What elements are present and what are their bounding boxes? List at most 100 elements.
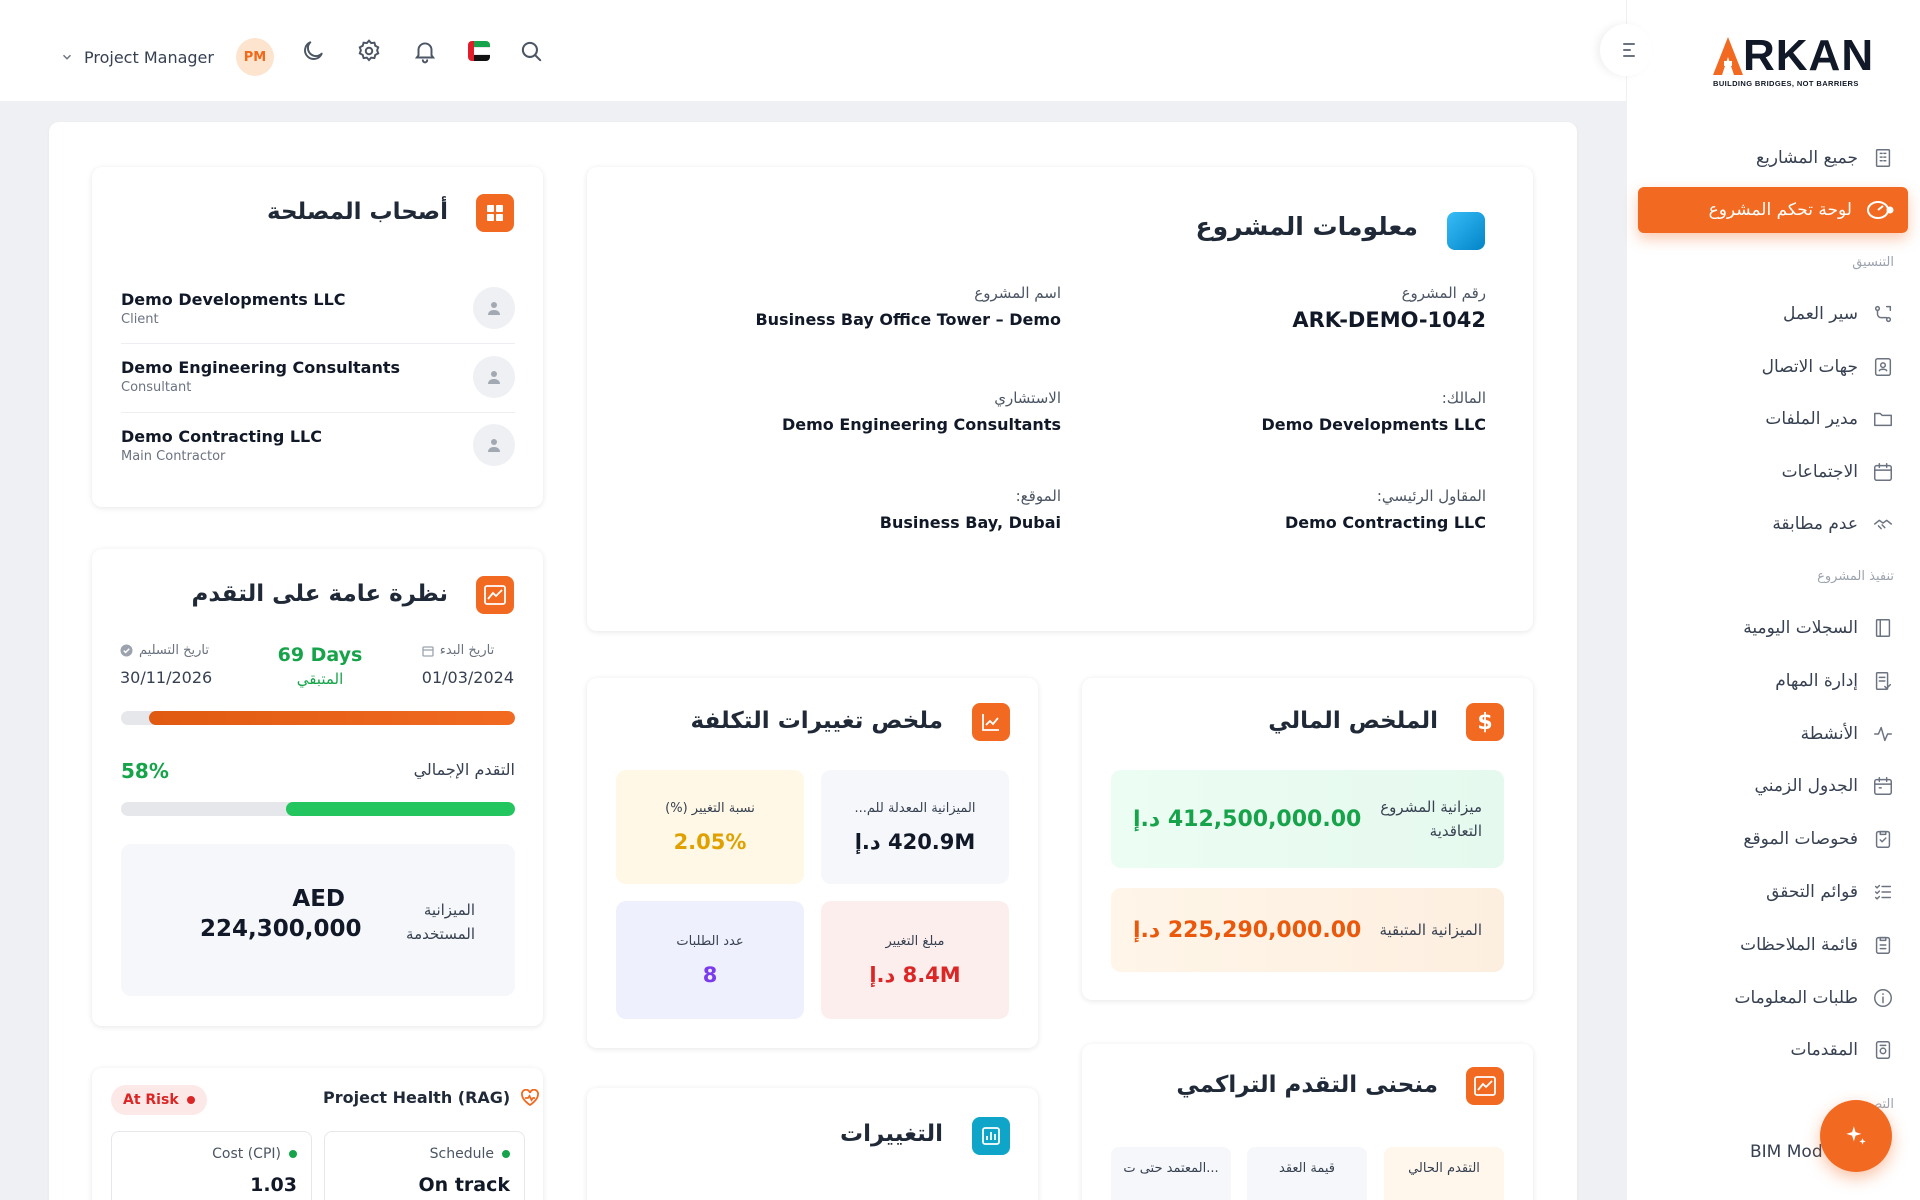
sidebar-toggle-button[interactable] xyxy=(1600,24,1652,76)
sidebar-item[interactable]: مدير الملفات xyxy=(1765,397,1894,441)
user-menu[interactable]: Project Manager PM xyxy=(60,38,274,76)
contractor-field: المقاول الرئيسي: Demo Contracting LLC xyxy=(1146,487,1486,532)
sidebar-item[interactable]: السجلات اليومية xyxy=(1743,606,1894,650)
task-icon xyxy=(1875,671,1892,690)
settings-button[interactable] xyxy=(356,38,382,64)
stakeholder-row[interactable]: Demo Developments LLC Client xyxy=(121,278,515,338)
sidebar-item[interactable]: الاجتماعات xyxy=(1782,450,1894,494)
revised-budget-tile: الميزانية المعدلة للم... 420.9M د.إ xyxy=(821,770,1009,884)
sidebar-item[interactable]: المقدمات xyxy=(1790,1028,1894,1072)
sidebar-item-label: السجلات اليومية xyxy=(1743,618,1858,638)
change-percent-tile: نسبة التغيير (%) 2.05% xyxy=(616,770,804,884)
contract-budget-label: ميزانية المشروع التعاقدية xyxy=(1380,798,1482,840)
ai-assistant-button[interactable] xyxy=(1820,1100,1892,1172)
health-title: Project Health (RAG) xyxy=(323,1088,511,1107)
green-dot-icon xyxy=(502,1150,510,1158)
financial-title: الملخص المالي xyxy=(1268,708,1438,734)
change-percent-label: نسبة التغيير (%) xyxy=(665,800,755,816)
cost-cpi-value: 1.03 xyxy=(250,1174,297,1196)
bar-chart-icon xyxy=(982,1127,1000,1145)
sidebar-item-project-dashboard[interactable]: لوحة تحكم المشروع xyxy=(1638,187,1908,233)
clipboard-check-icon xyxy=(1875,831,1891,849)
sidebar-item[interactable]: إدارة المهام xyxy=(1775,659,1894,703)
schedule-label: Schedule xyxy=(429,1146,494,1162)
project-name-value: Business Bay Office Tower – Demo xyxy=(755,310,1061,329)
divider xyxy=(121,411,515,413)
logo-tagline: BUILDING BRIDGES, NOT BARRIERS xyxy=(1713,79,1859,88)
cost-cpi-tile: Cost (CPI) 1.03 xyxy=(111,1131,312,1200)
dashboard-gauge-icon xyxy=(1867,201,1894,219)
sidebar-item[interactable]: عدم مطابقة xyxy=(1772,502,1894,546)
owner-label: المالك: xyxy=(1441,389,1486,407)
consultant-field: الاستشاري Demo Engineering Consultants xyxy=(681,389,1061,434)
location-value: Business Bay, Dubai xyxy=(879,513,1061,532)
sidebar-item[interactable]: جهات الاتصال xyxy=(1762,345,1894,389)
sidebar-item[interactable]: قوائم التحقق xyxy=(1766,870,1894,914)
cost-cpi-label: Cost (CPI) xyxy=(212,1146,281,1162)
notifications-button[interactable] xyxy=(412,38,438,64)
stakeholder-row[interactable]: Demo Contracting LLC Main Contractor xyxy=(121,415,515,475)
sidebar-item[interactable]: طلبات المعلومات xyxy=(1734,976,1894,1020)
requests-count-value: 8 xyxy=(702,962,718,987)
avatar[interactable]: PM xyxy=(235,38,274,76)
search-button[interactable] xyxy=(518,38,544,64)
health-status-text: At Risk xyxy=(123,1092,179,1108)
sidebar-section-execution: تنفيذ المشروع xyxy=(1817,569,1894,584)
sidebar-item-bim[interactable]: BIM Mod xyxy=(1750,1142,1823,1162)
stakeholder-role: Consultant xyxy=(121,380,192,395)
sidebar-item[interactable]: سير العمل xyxy=(1783,292,1894,336)
sidebar-item-label: إدارة المهام xyxy=(1775,670,1858,691)
sidebar-item[interactable]: الجدول الزمني xyxy=(1755,764,1894,808)
financial-title-icon: $ xyxy=(1466,703,1504,741)
contract-budget-value: 412,500,000.00 د.إ xyxy=(1133,806,1362,832)
project-number-field: رقم المشروع ARK-DEMO-1042 xyxy=(1146,284,1486,332)
language-flag-icon[interactable] xyxy=(468,41,490,61)
submittal-icon xyxy=(1875,1041,1891,1060)
trend-chart-icon xyxy=(1474,1076,1496,1096)
sparkle-icon xyxy=(1846,1126,1866,1145)
changes-title: التغييرات xyxy=(840,1121,943,1147)
sidebar-item-label: عدم مطابقة xyxy=(1772,514,1858,534)
delivery-date-value: 30/11/2026 xyxy=(120,668,213,687)
bell-icon xyxy=(414,42,436,64)
start-date-block: تاريخ البدء 01/03/2024 xyxy=(422,643,514,687)
revised-budget-value: 420.9M د.إ xyxy=(854,829,976,854)
change-percent-value: 2.05% xyxy=(673,829,747,854)
remaining-days-label: المتبقي xyxy=(296,670,344,688)
contacts-icon xyxy=(1874,357,1892,376)
sidebar-item-label: قوائم التحقق xyxy=(1766,882,1858,902)
budget-used-value: 224,300,000 xyxy=(200,916,362,942)
search-icon xyxy=(521,41,542,62)
start-date-label: تاريخ البدء xyxy=(439,643,495,658)
dark-mode-toggle[interactable] xyxy=(300,38,326,64)
contract-value-tile: قيمة العقد xyxy=(1247,1147,1367,1200)
stakeholder-role: Client xyxy=(121,311,159,327)
budget-used-currency: AED xyxy=(292,886,345,912)
moon-icon xyxy=(304,41,323,60)
sidebar-item[interactable]: فحوصات الموقع xyxy=(1743,817,1894,861)
workflow-icon xyxy=(1874,305,1892,323)
approved-label: المعتمد حتى ت... xyxy=(1123,1161,1219,1176)
owner-value: Demo Developments LLC xyxy=(1261,415,1487,434)
remaining-budget-label: الميزانية المتبقية xyxy=(1379,921,1482,939)
sidebar-item-label: قائمة الملاحظات xyxy=(1740,934,1858,955)
sidebar xyxy=(1626,0,1920,1200)
info-icon xyxy=(1874,988,1892,1007)
changes-title-icon xyxy=(972,1117,1010,1155)
stakeholder-row[interactable]: Demo Engineering Consultants Consultant xyxy=(121,347,515,407)
arkan-logo[interactable]: RKAN BUILDING BRIDGES, NOT BARRIERS xyxy=(1713,34,1887,88)
green-dot-icon xyxy=(289,1150,297,1158)
user-role: Project Manager xyxy=(84,47,214,67)
sidebar-item[interactable]: قائمة الملاحظات xyxy=(1740,923,1894,967)
change-amount-value: 8.4M د.إ xyxy=(869,962,961,987)
current-progress-label: التقدم الحالي xyxy=(1408,1161,1480,1176)
overall-progress-label: التقدم الإجمالي xyxy=(413,760,515,779)
sidebar-item[interactable]: الأنشطة xyxy=(1801,712,1894,756)
user-avatar-icon xyxy=(473,355,515,398)
menu-icon xyxy=(1623,43,1635,57)
sidebar-item[interactable]: جميع المشاريع xyxy=(1756,136,1894,180)
health-title-row: Project Health (RAG) xyxy=(323,1088,540,1107)
consultant-value: Demo Engineering Consultants xyxy=(781,415,1061,434)
sidebar-item-label: طلبات المعلومات xyxy=(1734,987,1858,1008)
clipboard-icon xyxy=(1875,936,1891,954)
